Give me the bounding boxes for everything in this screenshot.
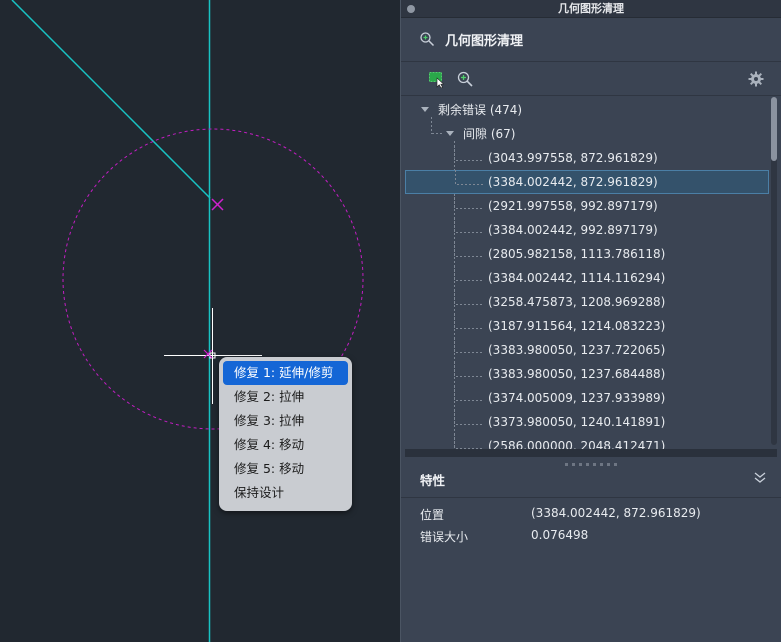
- property-label-position: 位置: [420, 508, 445, 522]
- menu-item-keep-design[interactable]: 保持设计: [223, 481, 348, 505]
- tree-item-row[interactable]: (2586.000000, 2048.412471): [401, 434, 781, 449]
- menu-item-fix-3[interactable]: 修复 3: 拉伸: [223, 409, 348, 433]
- tree-item-row[interactable]: (3383.980050, 1237.722065): [401, 338, 781, 362]
- menu-item-fix-5[interactable]: 修复 5: 移动: [223, 457, 348, 481]
- tree-item-label: (3374.005009, 1237.933989): [488, 391, 666, 405]
- tree-item-label: (3383.980050, 1237.722065): [488, 343, 666, 357]
- tree-item-label: (2921.997558, 992.897179): [488, 199, 658, 213]
- fix-context-menu: 修复 1: 延伸/修剪 修复 2: 拉伸 修复 3: 拉伸 修复 4: 移动 修…: [219, 357, 352, 511]
- tree-item-row[interactable]: (3187.911564, 1214.083223): [401, 314, 781, 338]
- menu-item-fix-2[interactable]: 修复 2: 拉伸: [223, 385, 348, 409]
- splitter-grip-icon[interactable]: [565, 451, 625, 466]
- tree-item-row[interactable]: (3383.980050, 1237.684488): [401, 362, 781, 386]
- tree-connector: [454, 338, 484, 353]
- tree-item-row[interactable]: (3043.997558, 872.961829): [401, 146, 781, 170]
- tree-group-label: 间隙 (67): [463, 127, 516, 141]
- property-value-position: (3384.002442, 872.961829): [531, 506, 701, 520]
- geometry-cleanup-palette: 几何图形清理 几何图形清理 剩余错误 (474) 间隙 (67) (3043.9…: [400, 0, 781, 642]
- tree-connector: [455, 170, 485, 185]
- tree-item-label: (2586.000000, 2048.412471): [488, 439, 666, 449]
- property-label-error-size: 错误大小: [420, 530, 469, 544]
- palette-titlebar[interactable]: 几何图形清理: [401, 0, 781, 18]
- tree-item-row[interactable]: (3373.980050, 1240.141891): [401, 410, 781, 434]
- menu-item-fix-1[interactable]: 修复 1: 延伸/修剪: [223, 361, 348, 385]
- tree-connector: [454, 146, 484, 161]
- palette-toolbar: [401, 62, 781, 96]
- tree-item-label: (3384.002442, 1114.116294): [488, 271, 666, 285]
- tree-item-row[interactable]: (3374.005009, 1237.933989): [401, 386, 781, 410]
- tree-item-label: (3384.002442, 992.897179): [488, 223, 658, 237]
- panel-splitter[interactable]: [405, 449, 777, 466]
- tree-item-row[interactable]: (3384.002442, 872.961829): [405, 170, 769, 194]
- tree-connector: [454, 362, 484, 377]
- zoom-error-icon: [420, 32, 435, 47]
- tree-expand-arrow-icon[interactable]: [421, 107, 429, 113]
- tree-item-label: (3043.997558, 872.961829): [488, 151, 658, 165]
- tree-scrollbar-thumb[interactable]: [771, 97, 777, 161]
- property-value-error-size: 0.076498: [531, 528, 589, 542]
- tree-connector: [454, 242, 484, 257]
- tree-connector: [454, 218, 484, 233]
- tree-connector: [454, 386, 484, 401]
- tree-item-row[interactable]: (2805.982158, 1113.786118): [401, 242, 781, 266]
- tree-item-label: (3187.911564, 1214.083223): [488, 319, 666, 333]
- tree-item-row[interactable]: (3258.475873, 1208.969288): [401, 290, 781, 314]
- tree-item-label: (3373.980050, 1240.141891): [488, 415, 666, 429]
- tree-connector: [454, 314, 484, 329]
- tree-scrollbar[interactable]: [771, 97, 777, 445]
- tree-group-row[interactable]: 间隙 (67): [401, 122, 781, 146]
- palette-title: 几何图形清理: [445, 34, 524, 49]
- tree-connector: [454, 410, 484, 425]
- tree-item-label: (2805.982158, 1113.786118): [488, 247, 666, 261]
- tree-connector: [454, 290, 484, 305]
- palette-window-title: 几何图形清理: [558, 2, 624, 15]
- tree-connector: [454, 266, 484, 281]
- tree-item-row[interactable]: (2921.997558, 992.897179): [401, 194, 781, 218]
- tree-root-row[interactable]: 剩余错误 (474): [401, 98, 781, 122]
- tree-item-label: (3384.002442, 872.961829): [488, 175, 658, 189]
- select-objects-icon[interactable]: [428, 70, 446, 88]
- properties-title: 特性: [420, 473, 446, 488]
- chevron-collapse-icon[interactable]: [753, 470, 767, 484]
- palette-header: 几何图形清理: [401, 18, 781, 62]
- tree-root-label: 剩余错误 (474): [438, 103, 523, 117]
- tree-expand-arrow-icon[interactable]: [446, 131, 454, 137]
- tree-connector: [454, 194, 484, 209]
- tree-item-row[interactable]: (3384.002442, 992.897179): [401, 218, 781, 242]
- tree-item-label: (3258.475873, 1208.969288): [488, 295, 666, 309]
- close-dot-icon[interactable]: [407, 5, 415, 13]
- tree-item-label: (3383.980050, 1237.684488): [488, 367, 666, 381]
- menu-item-fix-4[interactable]: 修复 4: 移动: [223, 433, 348, 457]
- properties-header[interactable]: 特性: [401, 460, 781, 498]
- tree-connector: [454, 434, 484, 449]
- gear-icon[interactable]: [748, 71, 764, 87]
- zoom-find-icon[interactable]: [456, 70, 474, 88]
- tree-item-row[interactable]: (3384.002442, 1114.116294): [401, 266, 781, 290]
- error-tree: 剩余错误 (474) 间隙 (67) (3043.997558, 872.961…: [401, 97, 781, 449]
